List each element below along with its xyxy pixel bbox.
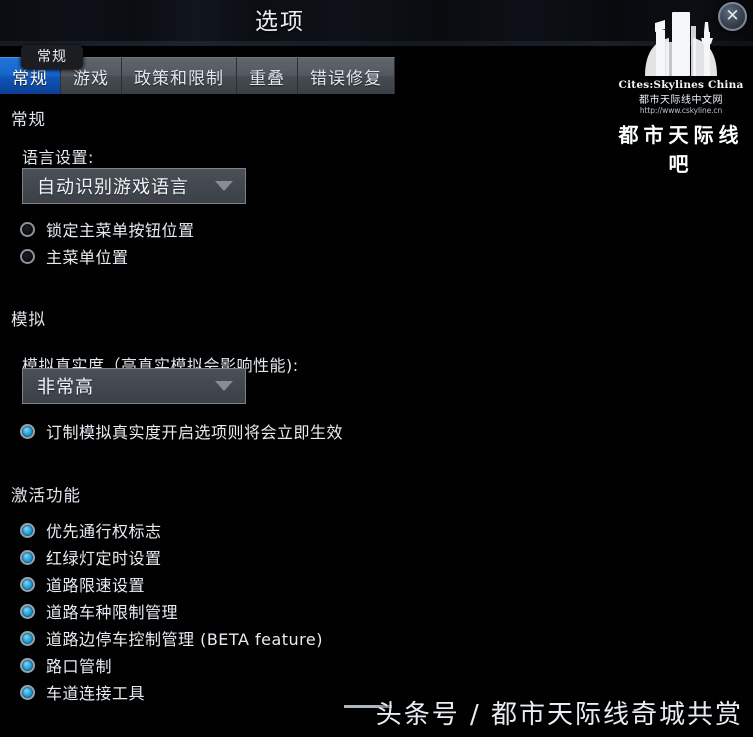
radio-icon[interactable]: [20, 248, 35, 264]
site-logo: Cites:Skylines China 都市天际线中文网 http://www…: [617, 8, 745, 176]
logo-en-name: Cites:Skylines China: [618, 79, 744, 91]
option-instant-effect[interactable]: 订制模拟真实度开启选项则将会立即生效: [20, 420, 343, 442]
simulation-accuracy-value: 非常高: [37, 377, 94, 398]
watermark-text: 头条号 / 都市天际线奇城共赏: [375, 700, 743, 730]
radio-icon[interactable]: [20, 549, 35, 565]
page-title: 选项: [255, 9, 305, 35]
radio-icon[interactable]: [20, 657, 35, 673]
radio-icon[interactable]: [20, 221, 35, 237]
radio-icon[interactable]: [20, 684, 35, 700]
tab-policies[interactable]: 政策和限制: [122, 57, 237, 94]
logo-cn-name: 都市天际线中文网: [639, 95, 723, 106]
tab-overlays[interactable]: 重叠: [237, 57, 298, 94]
language-select-value: 自动识别游戏语言: [37, 177, 189, 198]
feature-parking-restrictions[interactable]: 道路边停车控制管理 (BETA feature): [20, 625, 323, 651]
radio-icon[interactable]: [20, 522, 35, 538]
option-label: 车道连接工具: [46, 684, 146, 703]
option-label: 道路边停车控制管理 (BETA feature): [46, 630, 323, 649]
feature-vehicle-restrictions[interactable]: 道路车种限制管理: [20, 598, 178, 624]
feature-lane-connector[interactable]: 车道连接工具: [20, 679, 145, 705]
option-label: 订制模拟真实度开启选项则将会立即生效: [46, 423, 344, 442]
radio-icon[interactable]: [20, 576, 35, 592]
feature-speed-limits[interactable]: 道路限速设置: [20, 571, 145, 597]
radio-icon[interactable]: [20, 423, 35, 439]
feature-junction-restrictions[interactable]: 路口管制: [20, 652, 112, 678]
option-label: 主菜单位置: [46, 248, 129, 267]
feature-timed-traffic-lights[interactable]: 红绿灯定时设置: [20, 544, 162, 570]
section-title-simulation: 模拟: [11, 310, 46, 329]
skyline-logo-icon: [645, 12, 717, 76]
logo-big-text: 都市天际线吧: [618, 123, 744, 176]
option-label: 锁定主菜单按钮位置: [46, 221, 195, 240]
options-window: 选项 ✕ Cites:Skylines China 都市天际线中文网 http:…: [0, 0, 753, 737]
logo-url: http://www.cskyline.cn: [639, 106, 723, 115]
tab-tooltip: 常规: [21, 45, 83, 69]
section-title-features: 激活功能: [11, 486, 81, 505]
chevron-down-icon: [215, 181, 233, 191]
section-title-general: 常规: [11, 110, 46, 129]
option-label: 优先通行权标志: [46, 522, 162, 541]
option-label: 道路限速设置: [46, 576, 146, 595]
option-label: 路口管制: [46, 657, 113, 676]
radio-icon[interactable]: [20, 603, 35, 619]
chevron-down-icon: [215, 381, 233, 391]
feature-priority-signs[interactable]: 优先通行权标志: [20, 517, 162, 543]
radio-icon[interactable]: [20, 630, 35, 646]
option-label: 红绿灯定时设置: [46, 549, 162, 568]
language-label: 语言设置:: [22, 148, 94, 167]
tab-bugfixes[interactable]: 错误修复: [298, 57, 395, 94]
option-lock-mainmenu-button[interactable]: 锁定主菜单按钮位置: [20, 218, 195, 240]
simulation-accuracy-select[interactable]: 非常高: [22, 368, 246, 404]
option-mainmenu-position[interactable]: 主菜单位置: [20, 245, 129, 267]
language-select[interactable]: 自动识别游戏语言: [22, 168, 246, 204]
option-label: 道路车种限制管理: [46, 603, 179, 622]
